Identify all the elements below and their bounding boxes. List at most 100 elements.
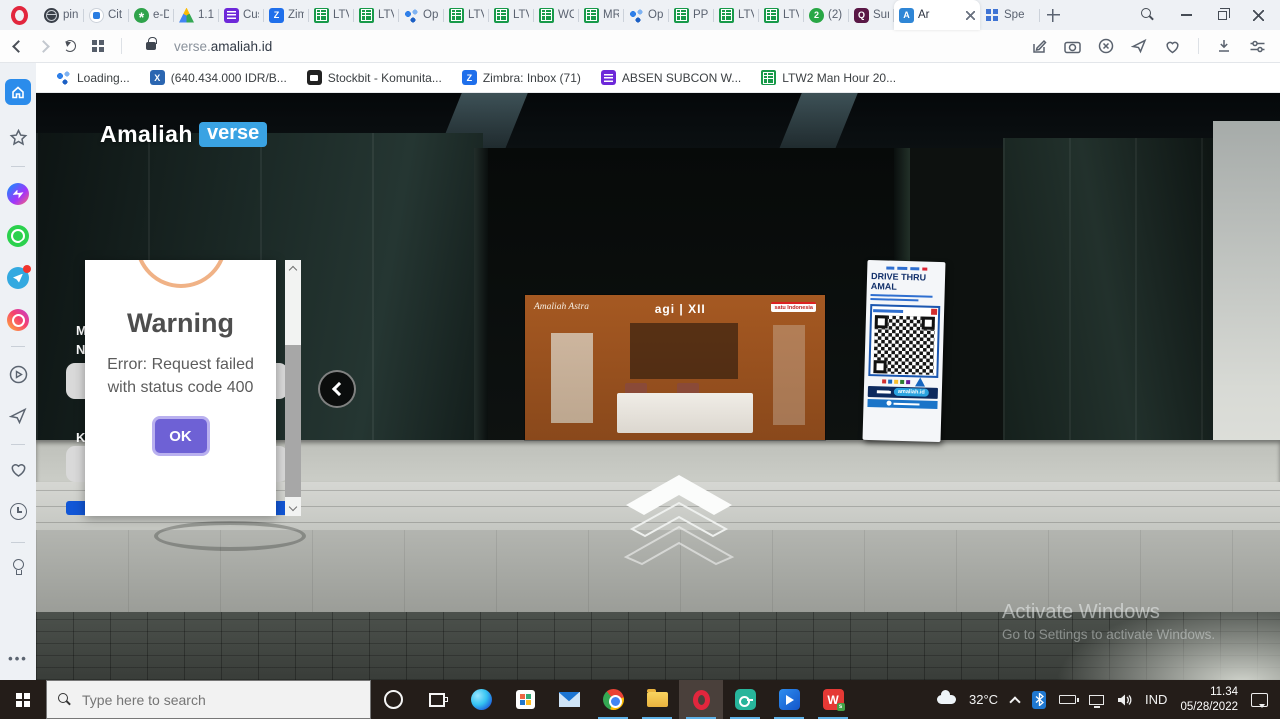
taskbar-movies-tv[interactable]	[767, 680, 811, 719]
close-icon[interactable]	[1253, 10, 1264, 21]
easy-setup-sliders-icon[interactable]	[1249, 39, 1266, 54]
share-edit-icon[interactable]	[1031, 38, 1047, 54]
network-icon[interactable]	[1089, 695, 1104, 705]
temperature[interactable]: 32°C	[969, 692, 998, 707]
browser-tab[interactable]: LTV	[714, 0, 759, 30]
start-button[interactable]	[0, 680, 46, 719]
weather-cloud-icon[interactable]	[937, 695, 956, 704]
new-tab-button[interactable]	[1040, 0, 1066, 30]
action-center-icon[interactable]	[1251, 693, 1268, 707]
browser-tab[interactable]: 1.1	[174, 0, 219, 30]
search-input[interactable]	[82, 692, 332, 708]
tab-close-icon[interactable]	[966, 11, 975, 20]
taskbar-cortana[interactable]	[371, 680, 415, 719]
modal-ok-button[interactable]: OK	[152, 416, 210, 456]
star-icon	[9, 129, 28, 147]
webpage-viewport[interactable]: Amaliah Astra agi | XII satu Indonesia A…	[36, 93, 1280, 680]
browser-tab[interactable]: Op	[624, 0, 669, 30]
folder-icon	[647, 692, 668, 707]
movies-tv-icon	[779, 689, 800, 710]
clock[interactable]: 11.34 05/28/2022	[1180, 685, 1238, 714]
speaker-icon[interactable]	[1117, 693, 1132, 707]
browser-tab[interactable]: Zim	[264, 0, 309, 30]
scrollbar-thumb[interactable]	[285, 345, 301, 497]
sidebar-history-button[interactable]	[0, 503, 36, 520]
language-indicator[interactable]: IND	[1145, 692, 1167, 707]
snapshot-camera-icon[interactable]	[1064, 39, 1081, 54]
browser-tab[interactable]: Cus	[219, 0, 264, 30]
drive-thru-banner[interactable]: DRIVE THRU AMAL amaliah.id	[863, 260, 946, 442]
browser-tab[interactable]: (2)	[804, 0, 849, 30]
tab-favicon	[269, 8, 284, 23]
lock-icon[interactable]	[146, 42, 156, 50]
taskbar-task-view[interactable]	[415, 680, 459, 719]
sidebar-flow-button[interactable]	[0, 407, 36, 425]
sidebar-whatsapp-button[interactable]	[0, 225, 36, 247]
scene-back-button[interactable]	[318, 370, 356, 408]
taskbar-mail[interactable]	[547, 680, 591, 719]
browser-tab[interactable]: PP-	[669, 0, 714, 30]
browser-tab[interactable]: WC	[534, 0, 579, 30]
taskbar-wps[interactable]: W	[811, 680, 855, 719]
bluetooth-icon[interactable]	[1032, 691, 1046, 709]
blocker-icon[interactable]	[1098, 38, 1114, 54]
forward-icon[interactable]	[37, 40, 50, 53]
browser-tab[interactable]: Spe	[980, 0, 1040, 30]
tab-label: Op	[423, 9, 439, 21]
browser-tab[interactable]: LTV	[354, 0, 399, 30]
opera-menu-icon[interactable]	[11, 6, 28, 25]
sidebar-ideas-button[interactable]	[0, 559, 36, 570]
sidebar-news-button[interactable]	[0, 461, 36, 478]
scene-forward-arrows[interactable]	[612, 467, 746, 567]
back-icon[interactable]	[12, 40, 25, 53]
taskbar-chrome[interactable]	[591, 680, 635, 719]
browser-tab[interactable]: Sur	[849, 0, 894, 30]
tray-chevron-up-icon[interactable]	[1009, 696, 1020, 707]
stage-screen	[630, 323, 738, 379]
modal-scrollbar[interactable]	[285, 260, 301, 516]
browser-tab[interactable]: LTV	[444, 0, 489, 30]
sidebar-bookmarks-button[interactable]	[0, 129, 36, 147]
battery-icon[interactable]	[1059, 695, 1076, 704]
taskbar-store[interactable]	[503, 680, 547, 719]
taskbar-opera[interactable]	[679, 680, 723, 719]
scrollbar-down-icon[interactable]	[285, 500, 301, 516]
sidebar-home-button[interactable]	[0, 79, 36, 105]
search-tabs-icon[interactable]	[1141, 8, 1155, 22]
browser-tab[interactable]: Ar	[894, 0, 980, 30]
browser-tab[interactable]: Op	[399, 0, 444, 30]
sidebar-more-button[interactable]: •••	[0, 651, 36, 666]
browser-tab[interactable]: e-D	[129, 0, 174, 30]
bookmark-item[interactable]: ABSEN SUBCON W...	[601, 70, 741, 85]
bookmark-item[interactable]: Zimbra: Inbox (71)	[462, 70, 581, 85]
browser-tab[interactable]: MR	[579, 0, 624, 30]
tab-tiles-icon[interactable]	[92, 40, 105, 53]
sidebar-instagram-button[interactable]	[0, 309, 36, 331]
bookmark-heart-icon[interactable]	[1164, 39, 1181, 54]
url-text[interactable]: verse.amaliah.id	[174, 39, 272, 54]
window-controls	[1141, 8, 1280, 22]
sidebar-telegram-button[interactable]	[0, 267, 36, 289]
browser-tab[interactable]: LTV	[309, 0, 354, 30]
my-flow-plane-icon[interactable]	[1131, 38, 1147, 54]
sidebar-messenger-button[interactable]	[0, 183, 36, 205]
bookmark-item[interactable]: Stockbit - Komunita...	[307, 70, 442, 85]
taskbar-key-app[interactable]	[723, 680, 767, 719]
reload-icon[interactable]	[64, 40, 76, 52]
sidebar-player-button[interactable]	[0, 365, 36, 384]
browser-tab[interactable]: LTV	[759, 0, 804, 30]
downloads-icon[interactable]	[1216, 38, 1232, 54]
taskbar-edge[interactable]	[459, 680, 503, 719]
minimize-icon[interactable]	[1181, 14, 1192, 16]
restore-icon[interactable]	[1218, 11, 1227, 20]
bookmark-item[interactable]: LTW2 Man Hour 20...	[761, 70, 896, 85]
browser-tab[interactable]: LTV	[489, 0, 534, 30]
taskbar-search[interactable]	[46, 680, 371, 719]
browser-tab[interactable]: Cit	[84, 0, 129, 30]
scrollbar-up-icon[interactable]	[285, 260, 301, 276]
bookmark-favicon	[601, 70, 616, 85]
bookmark-item[interactable]: (640.434.000 IDR/B...	[150, 70, 287, 85]
taskbar-file-explorer[interactable]	[635, 680, 679, 719]
bookmark-item[interactable]: Loading...	[56, 70, 130, 85]
browser-tab[interactable]: pin	[39, 0, 84, 30]
